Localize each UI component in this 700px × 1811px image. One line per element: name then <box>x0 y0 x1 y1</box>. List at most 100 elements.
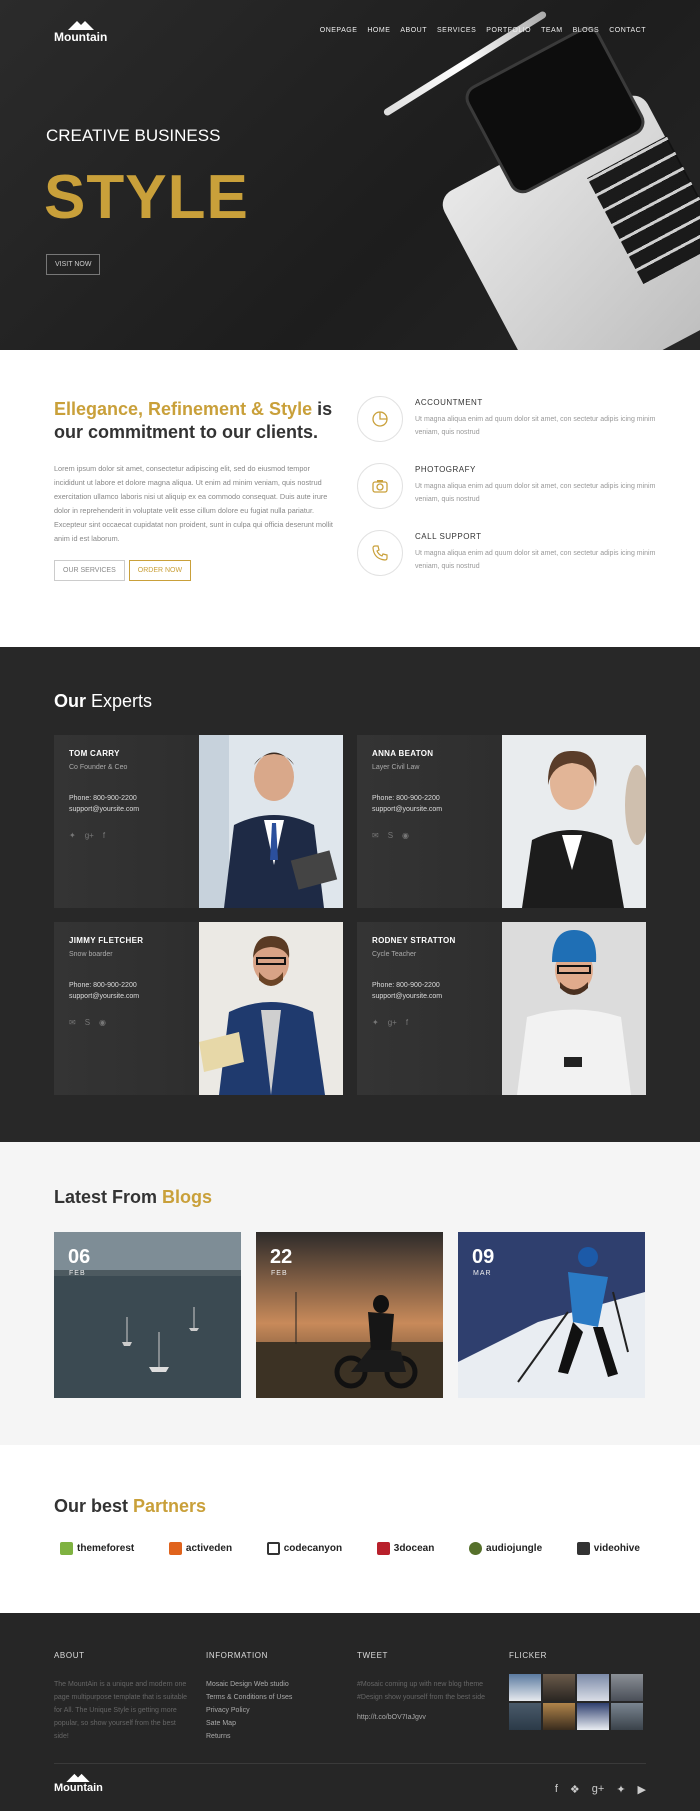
flickr-thumbnail[interactable] <box>577 1674 609 1701</box>
dropbox-icon[interactable]: ❖ <box>570 1783 580 1796</box>
blog-card[interactable]: 22 FEB <box>256 1232 443 1398</box>
nav-onepage[interactable]: ONEPAGE <box>320 27 358 34</box>
google-plus-icon[interactable]: g+ <box>85 831 94 840</box>
service-text: Ut magna aliqua enim ad quum dolor sit a… <box>415 550 656 570</box>
expert-card[interactable]: TOM CARRY Co Founder & Ceo Phone: 800-90… <box>54 735 343 908</box>
footer-link[interactable]: Returns <box>206 1730 341 1743</box>
tweet-text: #Mosaic coming up with new blog theme #D… <box>357 1681 486 1701</box>
expert-email[interactable]: support@yoursite.com <box>69 993 184 1000</box>
service-title: PHOTOGRAFY <box>415 465 476 474</box>
footer-about: ABOUT The MountAin is a unique and moder… <box>54 1651 189 1743</box>
facebook-icon[interactable]: f <box>555 1783 558 1796</box>
phone-icon <box>357 530 403 576</box>
nav-about[interactable]: ABOUT <box>400 27 427 34</box>
twitter-icon[interactable]: ✦ <box>616 1783 625 1796</box>
about-heading: Ellegance, Refinement & Style is our com… <box>54 398 336 444</box>
tweet-link[interactable]: http://t.co/bOV7IaJgvv <box>357 1714 492 1721</box>
expert-email[interactable]: support@yoursite.com <box>69 806 184 813</box>
expert-photo <box>199 735 343 908</box>
about-heading-highlight: Ellegance, Refinement & Style <box>54 399 313 419</box>
google-plus-icon[interactable]: g+ <box>388 1018 397 1027</box>
footer-about-text: The MountAin is a unique and modern one … <box>54 1681 188 1740</box>
expert-email[interactable]: support@yoursite.com <box>372 806 487 813</box>
youtube-icon[interactable]: ▶ <box>638 1783 646 1796</box>
partner-logo[interactable]: themeforest <box>60 1542 134 1555</box>
service-text: Ut magna aliqua enim ad quum dolor sit a… <box>415 416 656 436</box>
experts-section: Our Experts TOM CARRY Co Founder & Ceo P… <box>0 647 700 1142</box>
expert-name: TOM CARRY <box>69 749 120 758</box>
facebook-icon[interactable]: f <box>406 1018 408 1027</box>
themeforest-icon <box>60 1542 73 1555</box>
flickr-thumbnail[interactable] <box>611 1674 643 1701</box>
expert-phone: Phone: 800-900-2200 <box>69 982 137 989</box>
partner-logo[interactable]: 3docean <box>376 1542 434 1555</box>
blogs-title-highlight: Blogs <box>162 1187 213 1207</box>
pie-chart-icon <box>357 396 403 442</box>
footer-logo[interactable]: Mountain <box>54 1773 103 1794</box>
nav-home[interactable]: HOME <box>367 27 390 34</box>
blogs-title-part: Latest From <box>54 1187 163 1207</box>
twitter-icon[interactable]: ✦ <box>69 831 76 840</box>
footer-social: f ❖ g+ ✦ ▶ <box>555 1783 646 1796</box>
blogs-section: Latest From Blogs 06 FEB 22 FEB 09 MAR <box>0 1142 700 1445</box>
blog-card[interactable]: 06 FEB <box>54 1232 241 1398</box>
footer-information: INFORMATION Mosaic Design Web studio Ter… <box>206 1651 341 1743</box>
nav-team[interactable]: TEAM <box>541 27 562 34</box>
nav-contact[interactable]: CONTACT <box>609 27 646 34</box>
flickr-thumbnail[interactable] <box>543 1703 575 1730</box>
flickr-thumbnail[interactable] <box>509 1674 541 1701</box>
hero-subtitle: CREATIVE BUSINESS <box>46 126 221 145</box>
partner-name: activeden <box>185 1543 233 1554</box>
expert-card[interactable]: RODNEY STRATTON Cycle Teacher Phone: 800… <box>357 922 646 1095</box>
skype-icon[interactable]: S <box>85 1018 90 1027</box>
site-logo[interactable]: Mountain <box>54 20 107 44</box>
footer-logo-text: Mountain <box>54 1782 103 1794</box>
partners-section: Our best Partners themeforest activeden … <box>0 1445 700 1613</box>
footer-link[interactable]: Terms & Conditions of Uses <box>206 1691 341 1704</box>
partner-logo[interactable]: videohive <box>576 1542 640 1555</box>
flickr-thumbnail[interactable] <box>577 1703 609 1730</box>
service-title: CALL SUPPORT <box>415 532 482 541</box>
nav-portfolio[interactable]: PORTFOLIO <box>486 27 531 34</box>
codecanyon-icon <box>266 1542 280 1555</box>
partner-logo[interactable]: audiojungle <box>469 1542 542 1555</box>
footer-link[interactable]: Mosaic Design Web studio <box>206 1678 341 1691</box>
footer-link[interactable]: Privacy Policy <box>206 1704 341 1717</box>
blog-date-day: 06 <box>68 1246 91 1268</box>
expert-role: Layer Civil Law <box>372 764 420 771</box>
blog-card[interactable]: 09 MAR <box>458 1232 645 1398</box>
expert-photo <box>502 922 646 1095</box>
our-services-button[interactable]: OUR SERVICES <box>54 560 125 581</box>
expert-role: Co Founder & Ceo <box>69 764 128 771</box>
flickr-thumbnail[interactable] <box>509 1703 541 1730</box>
nav-services[interactable]: SERVICES <box>437 27 476 34</box>
expert-card[interactable]: ANNA BEATON Layer Civil Law Phone: 800-9… <box>357 735 646 908</box>
visit-now-button[interactable]: VISIT NOW <box>46 254 101 275</box>
flickr-thumbnail[interactable] <box>611 1703 643 1730</box>
partner-logo[interactable]: activeden <box>168 1542 233 1555</box>
order-now-button[interactable]: ORDER NOW <box>128 560 192 581</box>
blog-date-month: FEB <box>271 1270 288 1277</box>
whatsapp-icon[interactable]: ◉ <box>402 831 409 840</box>
mail-icon[interactable]: ✉ <box>372 831 379 840</box>
partner-name: codecanyon <box>283 1543 343 1554</box>
mail-icon[interactable]: ✉ <box>69 1018 76 1027</box>
expert-card[interactable]: JIMMY FLETCHER Snow boarder Phone: 800-9… <box>54 922 343 1095</box>
flickr-thumbnail[interactable] <box>543 1674 575 1701</box>
expert-role: Cycle Teacher <box>372 951 417 958</box>
footer-link[interactable]: Sate Map <box>206 1717 341 1730</box>
partner-name: audiojungle <box>486 1543 543 1554</box>
whatsapp-icon[interactable]: ◉ <box>99 1018 106 1027</box>
footer-heading: FLICKER <box>509 1651 547 1660</box>
expert-email[interactable]: support@yoursite.com <box>372 993 487 1000</box>
facebook-icon[interactable]: f <box>103 831 105 840</box>
google-plus-icon[interactable]: g+ <box>592 1783 605 1796</box>
service-item: CALL SUPPORT Ut magna aliqua enim ad quu… <box>357 530 657 597</box>
twitter-icon[interactable]: ✦ <box>372 1018 379 1027</box>
nav-blogs[interactable]: BLOGS <box>573 27 600 34</box>
skype-icon[interactable]: S <box>388 831 393 840</box>
partner-logo[interactable]: codecanyon <box>266 1542 343 1555</box>
blog-date-month: FEB <box>69 1270 86 1277</box>
hero-title: STYLE <box>44 163 249 232</box>
experts-title-part: Our <box>54 691 92 711</box>
